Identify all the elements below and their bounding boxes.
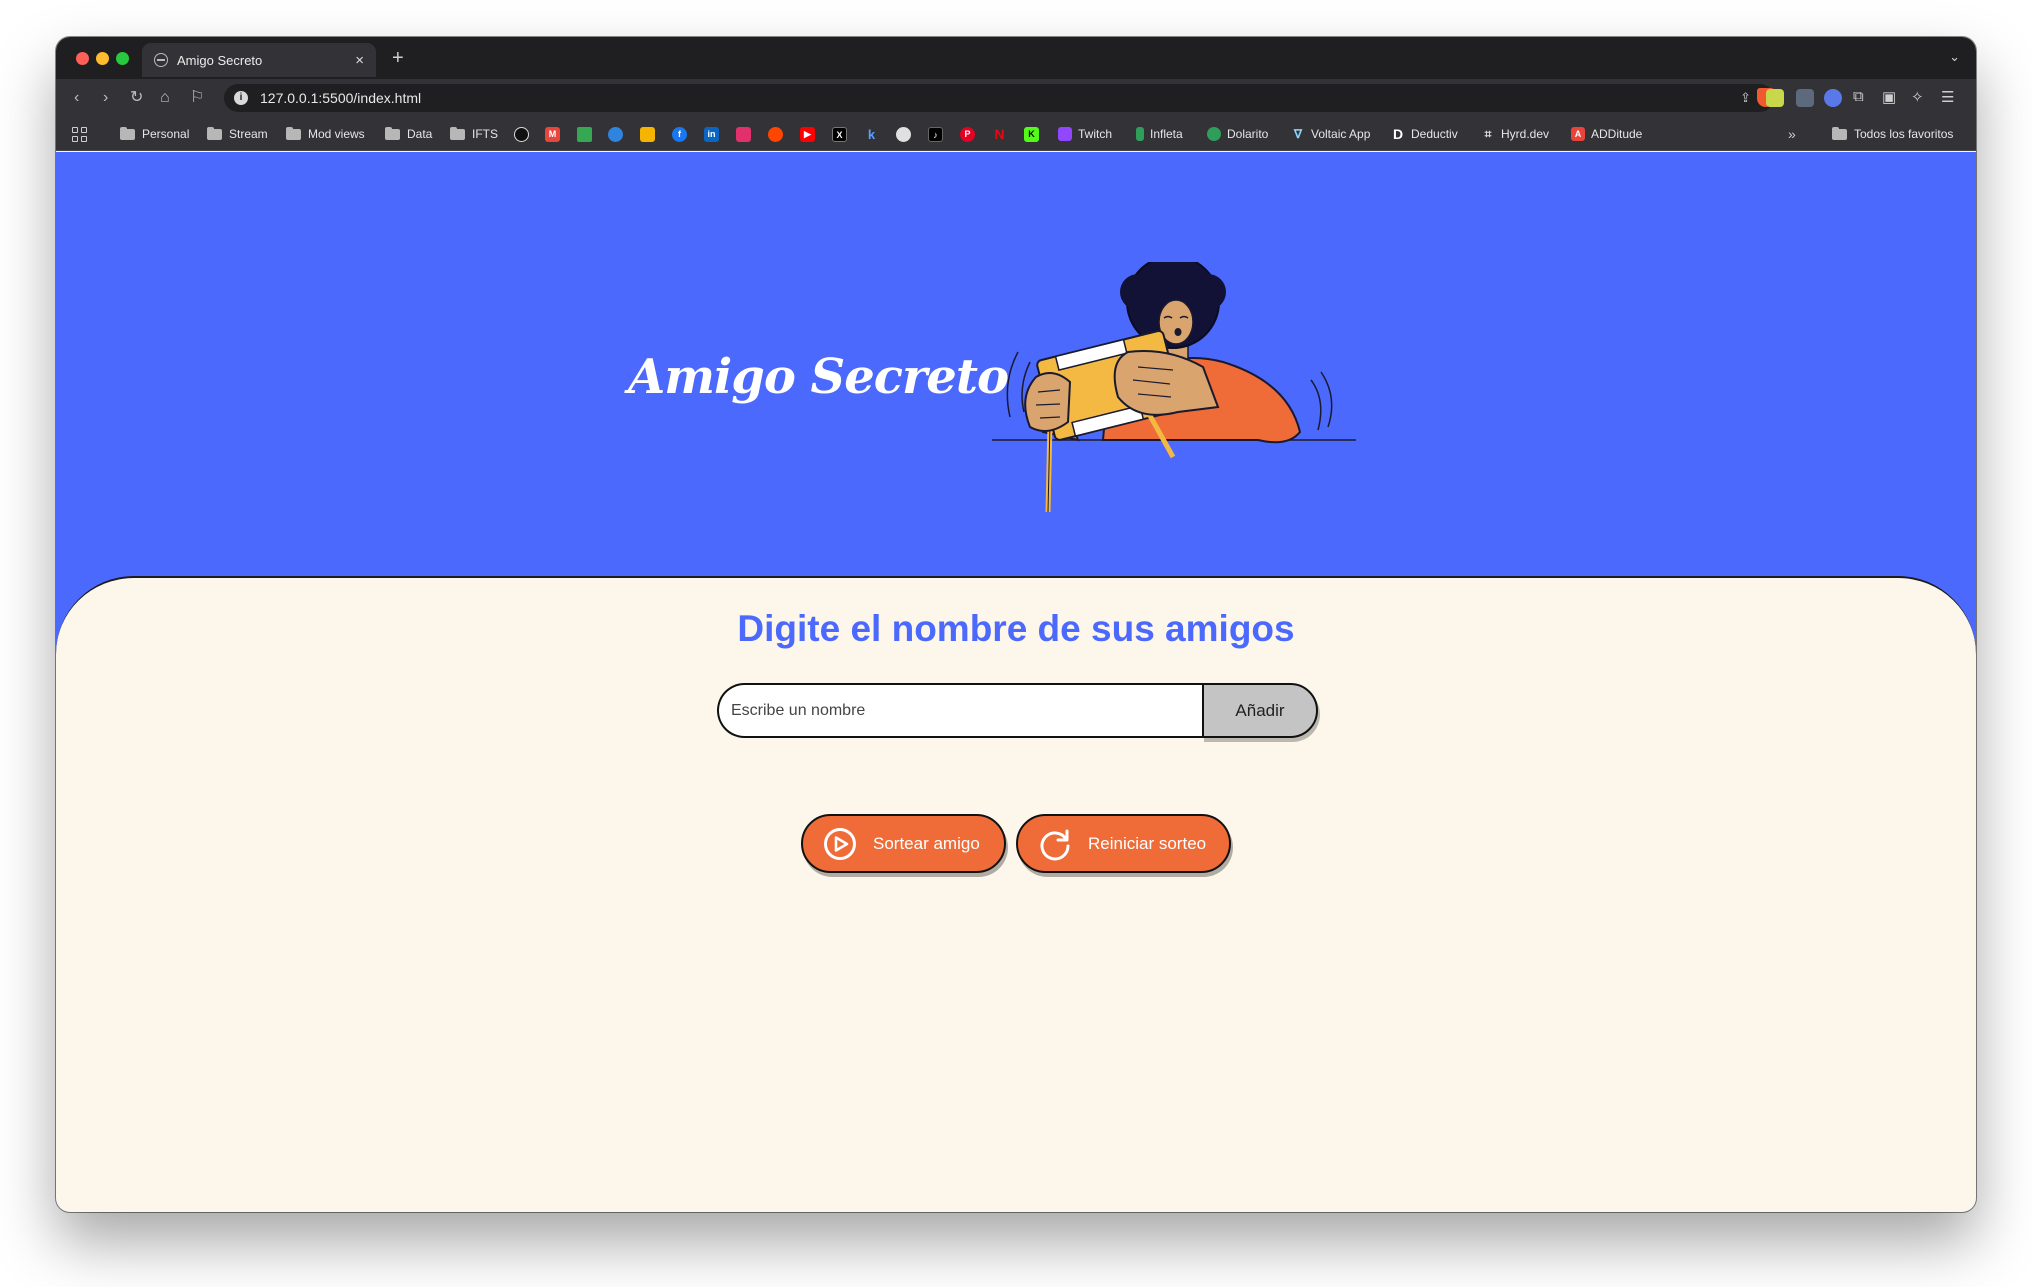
- bookmark-page-button[interactable]: ⚐: [190, 88, 204, 108]
- section-heading: Digite el nombre de sus amigos: [737, 608, 1295, 649]
- person-with-gift-illustration: [992, 262, 1356, 513]
- onedrive-icon[interactable]: [608, 127, 623, 142]
- add-friend-button[interactable]: Añadir: [1202, 683, 1318, 738]
- extension-info-icon[interactable]: [1824, 89, 1842, 107]
- globe-icon: [154, 53, 168, 67]
- bookmark-folder-stream[interactable]: Stream: [207, 126, 268, 142]
- share-icon[interactable]: ⇪: [1740, 90, 1751, 106]
- google-photos-icon[interactable]: [640, 127, 655, 142]
- chevron-down-icon[interactable]: ⌄: [1949, 49, 1960, 65]
- gmail-icon[interactable]: M: [545, 127, 560, 142]
- site-info-icon[interactable]: i: [234, 91, 248, 105]
- github-icon[interactable]: [514, 127, 529, 142]
- extension-translate-icon[interactable]: [1796, 89, 1814, 107]
- tab-close-button[interactable]: ×: [355, 52, 364, 69]
- maximize-window-button[interactable]: [116, 52, 129, 65]
- draw-friend-label: Sortear amigo: [873, 833, 980, 853]
- reddit-icon[interactable]: [768, 127, 783, 142]
- folder-icon: [385, 126, 400, 140]
- new-tab-button[interactable]: +: [392, 47, 404, 70]
- bookmark-hyrd-dev[interactable]: ⌗ Hyrd.dev: [1481, 126, 1549, 142]
- leo-ai-icon[interactable]: ✧: [1911, 88, 1924, 106]
- tiktok-icon[interactable]: ♪: [928, 127, 943, 142]
- play-circle-icon: [824, 827, 856, 860]
- folder-icon: [450, 126, 465, 140]
- forward-button[interactable]: ›: [103, 88, 108, 108]
- extension-notes-icon[interactable]: [1766, 89, 1784, 107]
- hyrd-icon: ⌗: [1484, 127, 1492, 141]
- additude-icon: A: [1571, 127, 1585, 141]
- bookmark-folder-ifts[interactable]: IFTS: [450, 126, 498, 142]
- youtube-icon[interactable]: ▶: [800, 127, 815, 142]
- reset-draw-button[interactable]: Reiniciar sorteo: [1016, 814, 1231, 873]
- bookmark-deductiv[interactable]: D Deductiv: [1391, 126, 1458, 142]
- facebook-icon[interactable]: f: [672, 127, 687, 142]
- bookmark-additude[interactable]: A ADDitude: [1571, 126, 1642, 142]
- close-window-button[interactable]: [76, 52, 89, 65]
- add-friend-form: Añadir: [717, 683, 1318, 738]
- minimize-window-button[interactable]: [96, 52, 109, 65]
- folder-icon: [207, 126, 222, 140]
- reset-draw-label: Reiniciar sorteo: [1088, 833, 1207, 853]
- bookmark-folder-all[interactable]: Todos los favoritos: [1832, 126, 1953, 142]
- bookmark-twitch[interactable]: Twitch: [1058, 126, 1112, 142]
- bookmark-infleta[interactable]: Infleta: [1136, 126, 1183, 142]
- twitch-icon: [1058, 127, 1072, 141]
- browser-window: Amigo Secreto × + ⌄ ‹ › ↻ ⌂ ⚐ i 127.0.0.…: [56, 37, 1976, 1212]
- tab-title: Amigo Secreto: [177, 52, 263, 68]
- home-button[interactable]: ⌂: [160, 88, 170, 108]
- folder-icon: [120, 126, 135, 140]
- netflix-icon[interactable]: N: [992, 127, 1007, 142]
- refresh-icon: [1040, 829, 1070, 860]
- deductiv-icon: D: [1392, 126, 1404, 142]
- page-content: Amigo Secreto Digite el nombre de sus am…: [56, 152, 1976, 1212]
- folder-icon: [286, 126, 301, 140]
- dolarito-icon: [1207, 127, 1221, 141]
- kick-icon[interactable]: K: [1024, 127, 1039, 142]
- back-button[interactable]: ‹: [74, 88, 79, 108]
- bookmark-folder-personal[interactable]: Personal: [120, 126, 189, 142]
- tab-strip: Amigo Secreto × + ⌄: [56, 37, 1976, 79]
- bookmarks-bar: Personal Stream Mod views Data IFTS M f …: [56, 117, 1976, 151]
- folder-icon: [1832, 126, 1847, 140]
- hero-title: Amigo Secreto: [628, 349, 1009, 405]
- x-icon[interactable]: X: [832, 127, 847, 142]
- kick-k-icon[interactable]: k: [864, 127, 879, 142]
- menu-icon[interactable]: ☰: [1941, 88, 1954, 106]
- bookmarks-overflow-button[interactable]: »: [1788, 126, 1796, 142]
- address-bar[interactable]: i 127.0.0.1:5500/index.html ⇪: [224, 84, 1774, 112]
- bookmark-folder-mod-views[interactable]: Mod views: [286, 126, 365, 142]
- friend-name-input[interactable]: [717, 683, 1204, 738]
- tab-amigo-secreto[interactable]: Amigo Secreto ×: [142, 43, 376, 77]
- sidebar-icon[interactable]: ▣: [1882, 88, 1896, 106]
- browser-toolbar: ‹ › ↻ ⌂ ⚐ i 127.0.0.1:5500/index.html ⇪ …: [56, 79, 1976, 117]
- threads-icon[interactable]: [896, 127, 911, 142]
- bookmark-voltaic-app[interactable]: ∇ Voltaic App: [1291, 126, 1370, 142]
- draw-friend-button[interactable]: Sortear amigo: [801, 814, 1006, 873]
- google-drive-icon[interactable]: [577, 127, 592, 142]
- infleta-icon: [1136, 127, 1144, 141]
- main-panel: Digite el nombre de sus amigos Añadir So…: [56, 576, 1976, 1212]
- puzzle-icon[interactable]: ⧉: [1853, 88, 1864, 105]
- apps-grid-icon[interactable]: [72, 127, 88, 143]
- linkedin-icon[interactable]: in: [704, 127, 719, 142]
- voltaic-icon: ∇: [1293, 127, 1303, 141]
- url-text: 127.0.0.1:5500/index.html: [260, 90, 422, 106]
- pinterest-icon[interactable]: P: [960, 127, 975, 142]
- instagram-icon[interactable]: [736, 127, 751, 142]
- reload-button[interactable]: ↻: [130, 88, 143, 108]
- bookmark-dolarito[interactable]: Dolarito: [1207, 126, 1268, 142]
- bookmark-folder-data[interactable]: Data: [385, 126, 432, 142]
